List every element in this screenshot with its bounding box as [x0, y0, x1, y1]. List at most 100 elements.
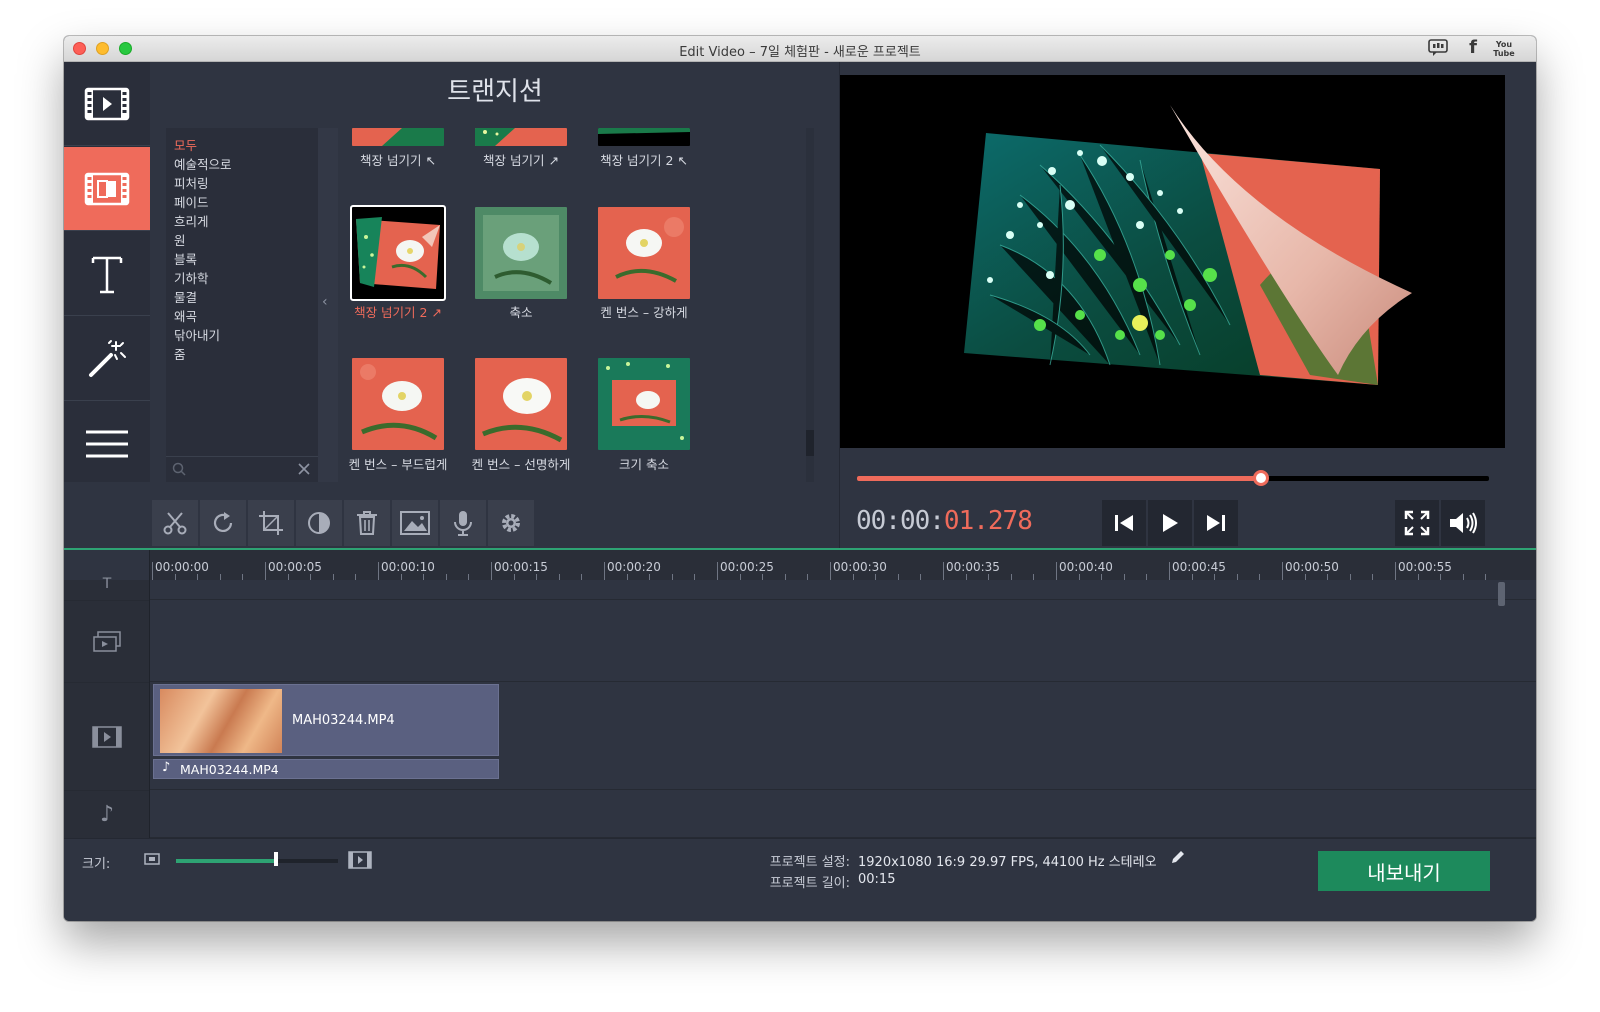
gear-icon[interactable] — [488, 500, 534, 546]
ruler-tick-label: 00:00:40 — [1059, 560, 1113, 574]
ruler-major-tick — [830, 562, 831, 580]
transition-thumb[interactable] — [598, 358, 690, 450]
category-fade[interactable]: 페이드 — [166, 193, 318, 212]
transition-label: 책장 넘기기 ↖ — [360, 153, 436, 168]
film-icon — [84, 87, 130, 120]
image-icon[interactable] — [392, 500, 438, 546]
transition-thumb[interactable] — [475, 128, 567, 146]
fullscreen-button[interactable] — [1395, 500, 1439, 546]
magic-wand-icon — [89, 339, 126, 377]
ruler-major-tick — [265, 562, 266, 580]
music-note-icon: ♪ — [162, 760, 171, 775]
transition-label: 책장 넘기기 2 ↖ — [600, 153, 688, 168]
facebook-icon[interactable]: f — [1464, 37, 1482, 58]
hamburger-menu-icon — [86, 430, 128, 458]
ruler-major-tick — [717, 562, 718, 580]
audio-track-header: ♪ — [64, 790, 150, 838]
transition-thumb[interactable] — [352, 128, 444, 146]
category-search-field[interactable] — [166, 456, 318, 480]
category-list: 모두 예술적으로 피처링 페이드 흐리게 원 블록 기하학 물결 왜곡 닦아내기… — [166, 128, 318, 482]
status-bar: 크기: 프로젝트 설정: 1920x1080 16:9 29.97 FPS, 4… — [64, 838, 1536, 921]
edit-pencil-icon[interactable] — [1170, 849, 1186, 869]
category-artistic[interactable]: 예술적으로 — [166, 155, 318, 174]
transition-thumb[interactable] — [475, 207, 567, 299]
transition-label: 켄 번스 – 선명하게 — [471, 457, 571, 472]
overlay-track[interactable] — [150, 600, 1536, 682]
color-adjust-icon[interactable] — [296, 500, 342, 546]
category-distort[interactable]: 왜곡 — [166, 307, 318, 326]
transition-label-selected: 책장 넘기기 2 ↗ — [354, 305, 442, 320]
transition-label: 켄 번스 – 부드럽게 — [348, 457, 448, 472]
trash-icon[interactable] — [344, 500, 390, 546]
ruler-major-tick — [943, 562, 944, 580]
volume-button[interactable] — [1441, 500, 1485, 546]
transition-thumb[interactable] — [598, 207, 690, 299]
skip-forward-icon — [1207, 515, 1225, 531]
text-track[interactable] — [150, 580, 1536, 600]
ruler-tick-label: 00:00:15 — [494, 560, 548, 574]
left-nav — [64, 62, 150, 482]
category-geometric[interactable]: 기하학 — [166, 269, 318, 288]
audio-clip-name: MAH03244.MP4 — [180, 762, 279, 777]
microphone-icon[interactable] — [440, 500, 486, 546]
nav-transitions-button[interactable] — [64, 147, 150, 231]
transition-thumb[interactable] — [475, 358, 567, 450]
timecode: 00:00:01.278 — [856, 506, 1033, 536]
collapse-panel-icon[interactable]: ‹ — [322, 294, 328, 310]
category-wipe[interactable]: 닦아내기 — [166, 326, 318, 345]
video-preview[interactable] — [840, 75, 1505, 448]
video-track-icon — [92, 725, 122, 748]
skip-forward-button[interactable] — [1194, 500, 1238, 546]
play-button[interactable] — [1148, 500, 1192, 546]
nav-filters-button[interactable] — [64, 317, 150, 401]
transitions-scrollbar-thumb[interactable] — [806, 430, 814, 456]
category-featuring[interactable]: 피처링 — [166, 174, 318, 193]
category-wave[interactable]: 물결 — [166, 288, 318, 307]
clear-search-icon[interactable] — [298, 463, 310, 475]
youtube-icon[interactable]: You Tube — [1492, 40, 1516, 60]
zoom-slider-knob[interactable] — [274, 852, 279, 866]
nav-media-button[interactable] — [64, 62, 150, 146]
overlay-track-icon — [93, 630, 121, 652]
zoom-in-icon[interactable] — [348, 851, 372, 873]
video-clip[interactable]: MAH03244.MP4 — [153, 684, 499, 756]
text-T-icon — [91, 256, 123, 293]
audio-track[interactable] — [150, 790, 1536, 838]
ruler-tick-label: 00:00:05 — [268, 560, 322, 574]
transitions-scrollbar[interactable] — [806, 128, 814, 482]
scissors-icon[interactable] — [152, 500, 198, 546]
category-circle[interactable]: 원 — [166, 231, 318, 250]
category-zoom[interactable]: 줌 — [166, 345, 318, 364]
project-settings-label: 프로젝트 설정: — [769, 855, 850, 870]
nav-titles-button[interactable] — [64, 232, 150, 316]
transition-label: 축소 — [509, 305, 533, 320]
crop-icon[interactable] — [248, 500, 294, 546]
transition-label: 책장 넘기기 ↗ — [483, 153, 559, 168]
playback-progress-fill — [857, 476, 1262, 481]
ruler-major-tick — [491, 562, 492, 580]
ruler-tick-label: 00:00:20 — [607, 560, 661, 574]
ruler-major-tick — [1282, 562, 1283, 580]
ruler-tick-label: 00:00:25 — [720, 560, 774, 574]
timecode-main: 00:00: — [856, 506, 945, 536]
timeline-ruler[interactable]: 00:00:00 00:00:05 00:00:10 00:00:15 00:00:20… — [150, 550, 1536, 580]
rotate-icon[interactable] — [200, 500, 246, 546]
transition-thumb[interactable] — [598, 128, 690, 146]
playback-progress-knob[interactable] — [1253, 470, 1270, 486]
nav-more-button[interactable] — [64, 402, 150, 486]
export-button[interactable]: 내보내기 — [1318, 851, 1490, 891]
skip-back-button[interactable] — [1102, 500, 1146, 546]
size-label: 크기: — [82, 857, 111, 872]
play-icon — [1163, 514, 1178, 532]
category-all[interactable]: 모두 — [166, 136, 318, 155]
transition-thumb[interactable] — [352, 358, 444, 450]
transition-label: 켄 번스 – 강하게 — [600, 305, 688, 320]
zoom-out-icon[interactable] — [144, 853, 160, 869]
category-blur[interactable]: 흐리게 — [166, 212, 318, 231]
audio-clip[interactable]: ♪ MAH03244.MP4 — [153, 759, 499, 779]
speech-bubble-icon[interactable] — [1427, 39, 1449, 59]
category-block[interactable]: 블록 — [166, 250, 318, 269]
timeline-scrollbar[interactable] — [1498, 582, 1505, 606]
transition-thumb-selected[interactable] — [350, 205, 446, 301]
text-track-header: T — [64, 576, 150, 600]
